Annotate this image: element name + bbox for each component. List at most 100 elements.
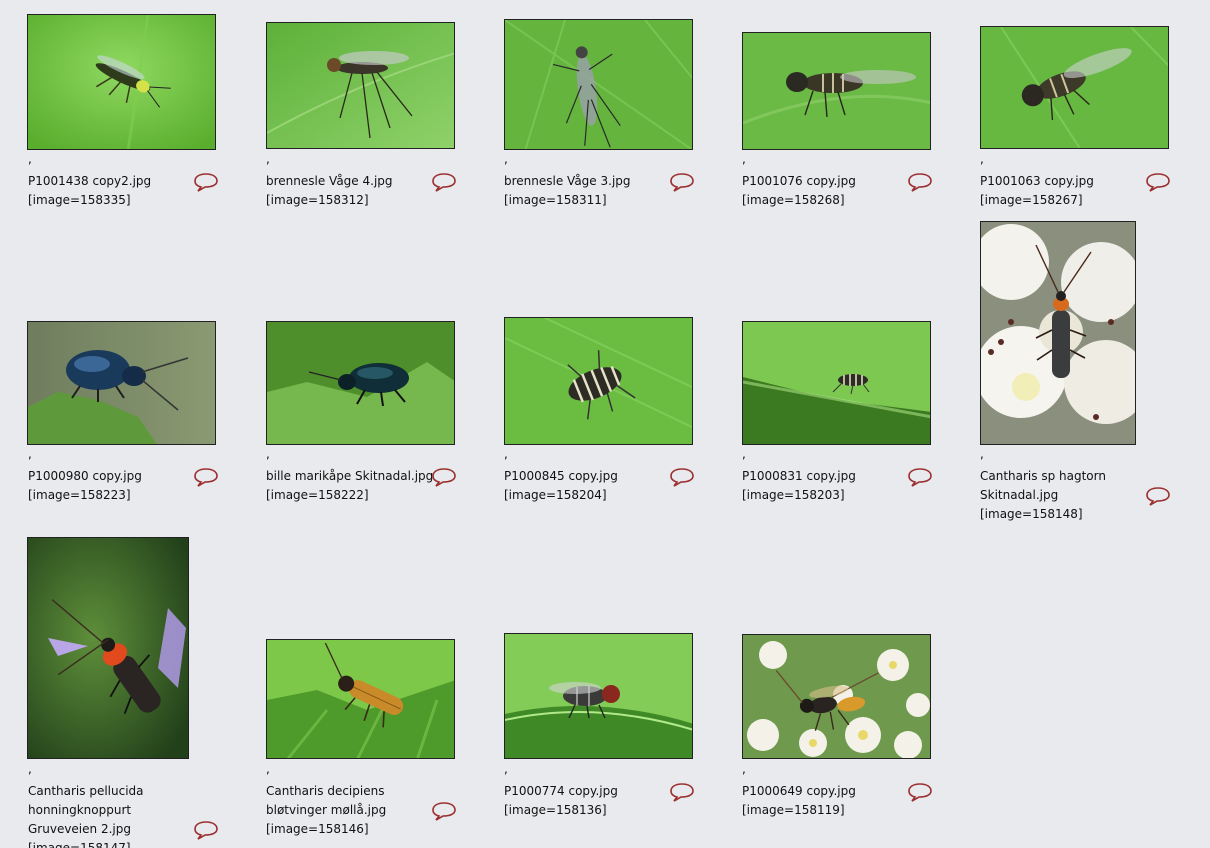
speech-bubble-icon (908, 173, 932, 192)
thumbnail-2[interactable] (504, 19, 693, 150)
image-tag: [image=158312] (266, 193, 369, 207)
image-filename: P1000831 copy.jpg (742, 469, 856, 483)
image-filename: Cantharis pellucida honningknoppurt Gruv… (28, 784, 144, 836)
caption-12: , P1000774 copy.jpg [image=158136] (504, 763, 679, 820)
caption-6: , bille marikåpe Skitnadal.jpg [image=15… (266, 448, 441, 505)
comment-button[interactable] (669, 466, 695, 488)
caption-prefix: , (28, 447, 32, 461)
image-filename: P1000845 copy.jpg (504, 469, 618, 483)
photo-sawfly (28, 15, 215, 149)
image-tag: [image=158335] (28, 193, 131, 207)
thumbnail-11[interactable] (266, 639, 455, 759)
photo-fly-topdown (505, 20, 692, 149)
caption-3: , P1001076 copy.jpg [image=158268] (742, 153, 917, 210)
caption-0: , P1001438 copy2.jpg [image=158335] (28, 153, 203, 210)
comment-button[interactable] (669, 171, 695, 193)
photo-small-larva (743, 322, 930, 444)
comment-button[interactable] (431, 171, 457, 193)
caption-prefix: , (742, 762, 746, 776)
thumbnail-3[interactable] (742, 32, 931, 150)
caption-4: , P1001063 copy.jpg [image=158267] (980, 153, 1155, 210)
speech-bubble-icon (432, 802, 456, 821)
photo-blue-beetle (28, 322, 215, 444)
image-tag: [image=158148] (980, 507, 1083, 521)
image-tag: [image=158147] (28, 841, 131, 848)
comment-button[interactable] (1145, 485, 1171, 507)
speech-bubble-icon (1146, 173, 1170, 192)
comment-button[interactable] (1145, 171, 1171, 193)
comment-button[interactable] (907, 171, 933, 193)
comment-button[interactable] (193, 171, 219, 193)
thumbnail-10[interactable] (27, 537, 189, 759)
speech-bubble-icon (908, 468, 932, 487)
photo-soldier-beetle-orange (267, 640, 454, 758)
thumbnail-0[interactable] (27, 14, 216, 150)
image-tag: [image=158203] (742, 488, 845, 502)
caption-prefix: , (28, 762, 32, 776)
photo-larva (505, 318, 692, 444)
image-tag: [image=158204] (504, 488, 607, 502)
image-tag: [image=158222] (266, 488, 369, 502)
speech-bubble-icon (194, 468, 218, 487)
photo-hoverfly-2 (981, 27, 1168, 148)
comment-button[interactable] (431, 466, 457, 488)
caption-prefix: , (742, 152, 746, 166)
comment-button[interactable] (193, 466, 219, 488)
comment-button[interactable] (907, 781, 933, 803)
photo-wasp (743, 635, 930, 758)
thumbnail-13[interactable] (742, 634, 931, 759)
speech-bubble-icon (194, 173, 218, 192)
caption-7: , P1000845 copy.jpg [image=158204] (504, 448, 679, 505)
thumbnail-4[interactable] (980, 26, 1169, 149)
image-filename: P1000649 copy.jpg (742, 784, 856, 798)
thumbnail-7[interactable] (504, 317, 693, 445)
image-tag: [image=158136] (504, 803, 607, 817)
caption-13: , P1000649 copy.jpg [image=158119] (742, 763, 917, 820)
photo-soldier-beetle-dark (981, 222, 1135, 444)
caption-prefix: , (980, 447, 984, 461)
thumbnail-6[interactable] (266, 321, 455, 445)
caption-1: , brennesle Våge 4.jpg [image=158312] (266, 153, 441, 210)
photo-blue-beetle-2 (267, 322, 454, 444)
image-filename: P1001076 copy.jpg (742, 174, 856, 188)
photo-long-leg-fly (267, 23, 454, 148)
comment-button[interactable] (431, 800, 457, 822)
image-filename: bille marikåpe Skitnadal.jpg (266, 469, 434, 483)
photo-soldier-beetle-red (28, 538, 188, 758)
image-filename: P1000980 copy.jpg (28, 469, 142, 483)
speech-bubble-icon (432, 173, 456, 192)
thumbnail-5[interactable] (27, 321, 216, 445)
caption-prefix: , (504, 447, 508, 461)
photo-hoverfly (743, 33, 930, 149)
caption-prefix: , (504, 762, 508, 776)
image-filename: Cantharis decipiens bløtvinger møllå.jpg (266, 784, 387, 817)
caption-prefix: , (266, 762, 270, 776)
thumbnail-8[interactable] (742, 321, 931, 445)
caption-prefix: , (266, 152, 270, 166)
photo-housefly (505, 634, 692, 758)
speech-bubble-icon (670, 468, 694, 487)
comment-button[interactable] (193, 819, 219, 841)
thumbnail-12[interactable] (504, 633, 693, 759)
speech-bubble-icon (194, 821, 218, 840)
caption-prefix: , (980, 152, 984, 166)
caption-5: , P1000980 copy.jpg [image=158223] (28, 448, 203, 505)
image-filename: P1000774 copy.jpg (504, 784, 618, 798)
caption-prefix: , (28, 152, 32, 166)
image-tag: [image=158268] (742, 193, 845, 207)
comment-button[interactable] (669, 781, 695, 803)
image-filename: brennesle Våge 3.jpg (504, 174, 631, 188)
comment-button[interactable] (907, 466, 933, 488)
caption-11: , Cantharis decipiens bløtvinger møllå.j… (266, 763, 441, 839)
caption-prefix: , (266, 447, 270, 461)
caption-8: , P1000831 copy.jpg [image=158203] (742, 448, 917, 505)
image-gallery: , P1001438 copy2.jpg [image=158335] , br… (0, 0, 1210, 848)
speech-bubble-icon (670, 783, 694, 802)
thumbnail-9[interactable] (980, 221, 1136, 445)
thumbnail-1[interactable] (266, 22, 455, 149)
caption-10: , Cantharis pellucida honningknoppurt Gr… (28, 763, 203, 848)
image-tag: [image=158267] (980, 193, 1083, 207)
caption-9: , Cantharis sp hagtorn Skitnadal.jpg [im… (980, 448, 1155, 524)
speech-bubble-icon (908, 783, 932, 802)
caption-2: , brennesle Våge 3.jpg [image=158311] (504, 153, 679, 210)
